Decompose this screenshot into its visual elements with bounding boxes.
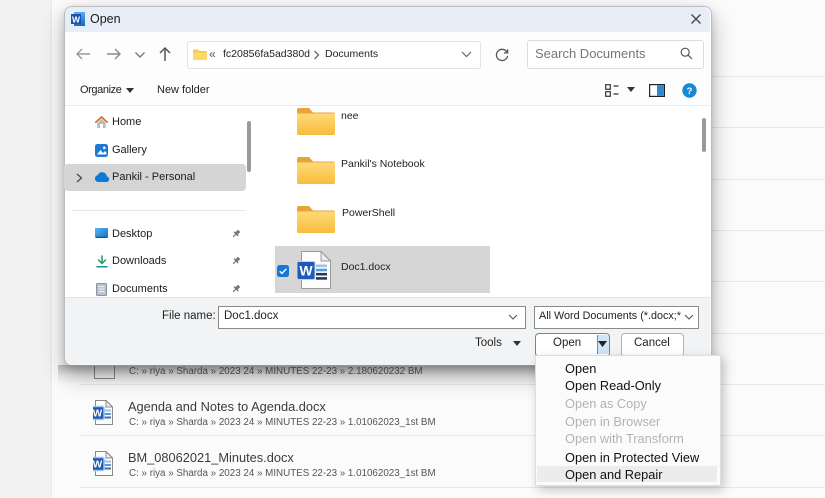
svg-text:W: W — [72, 15, 81, 25]
svg-text:W: W — [299, 263, 313, 279]
svg-text:W: W — [93, 409, 103, 420]
svg-text:W: W — [93, 460, 103, 471]
svg-text:?: ? — [687, 86, 693, 97]
